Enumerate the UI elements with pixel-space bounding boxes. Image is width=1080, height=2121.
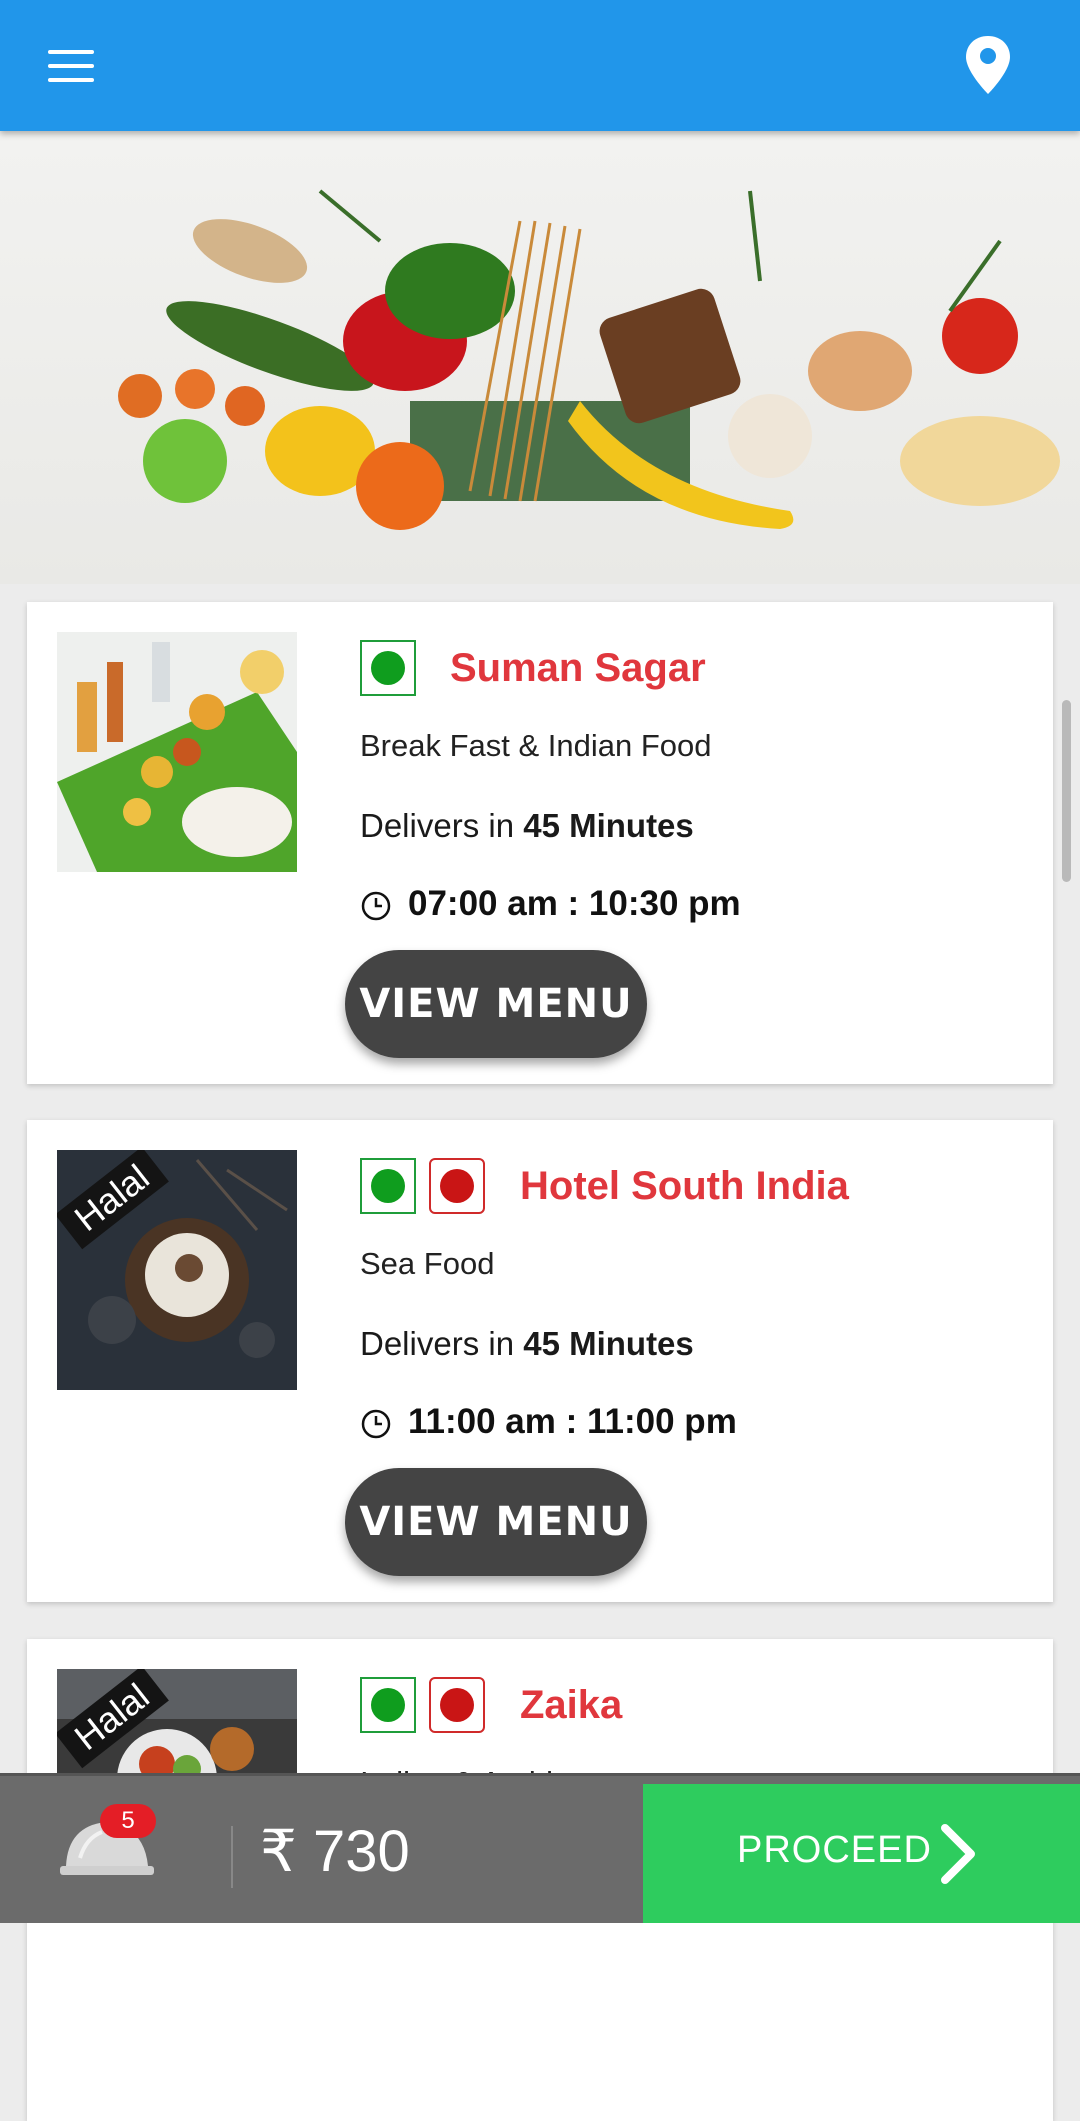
location-pin-icon[interactable]	[963, 34, 1013, 96]
restaurant-name[interactable]: Suman Sagar	[450, 642, 706, 694]
non-veg-indicator-icon	[429, 1158, 485, 1214]
restaurant-cuisine: Break Fast & Indian Food	[360, 728, 712, 763]
hours-text: 07:00 am : 10:30 pm	[408, 884, 741, 923]
halal-tag: Halal	[57, 1669, 177, 1789]
proceed-label: PROCEED	[737, 1829, 932, 1871]
delivery-label: Delivers in	[360, 807, 515, 844]
chevron-right-icon	[941, 1824, 975, 1884]
delivery-duration: 45 Minutes	[523, 807, 694, 844]
delivery-time: Delivers in 45 Minutes	[360, 807, 694, 845]
view-menu-button[interactable]: VIEW MENU	[345, 950, 647, 1058]
delivery-time: Delivers in 45 Minutes	[360, 1325, 694, 1363]
halal-tag: Halal	[57, 1150, 177, 1270]
view-menu-button[interactable]: VIEW MENU	[345, 1468, 647, 1576]
restaurant-name[interactable]: Hotel South India	[520, 1160, 849, 1212]
cart-total: ₹ 730	[260, 1816, 410, 1888]
banner-image	[0, 131, 1080, 584]
delivery-label: Delivers in	[360, 1325, 515, 1362]
divider	[231, 1826, 233, 1888]
restaurant-card[interactable]: Suman Sagar Break Fast & Indian Food Del…	[27, 602, 1053, 1084]
veg-indicator-icon	[360, 1158, 416, 1214]
veg-indicator-icon	[360, 640, 416, 696]
cart-count-badge: 5	[100, 1804, 156, 1838]
veg-indicator-icon	[360, 1677, 416, 1733]
hours-text: 11:00 am : 11:00 pm	[408, 1402, 737, 1441]
halal-label: Halal	[57, 1669, 169, 1769]
clock-icon	[361, 891, 391, 921]
restaurant-thumbnail	[57, 632, 297, 872]
proceed-button[interactable]: PROCEED	[643, 1784, 1080, 1923]
non-veg-indicator-icon	[429, 1677, 485, 1733]
clock-icon	[361, 1409, 391, 1439]
cart-bar: 5 ₹ 730 PROCEED	[0, 1773, 1080, 1923]
total-amount: 730	[313, 1819, 410, 1884]
delivery-duration: 45 Minutes	[523, 1325, 694, 1362]
restaurant-card[interactable]: Halal Hotel South India Sea Food Deliver…	[27, 1120, 1053, 1602]
currency-symbol: ₹	[260, 1819, 297, 1884]
scrollbar[interactable]	[1062, 700, 1071, 882]
app-bar	[0, 0, 1080, 131]
halal-label: Halal	[57, 1150, 169, 1250]
restaurant-cuisine: Sea Food	[360, 1246, 495, 1281]
hamburger-menu-icon[interactable]	[40, 44, 100, 90]
restaurant-name[interactable]: Zaika	[520, 1679, 622, 1731]
